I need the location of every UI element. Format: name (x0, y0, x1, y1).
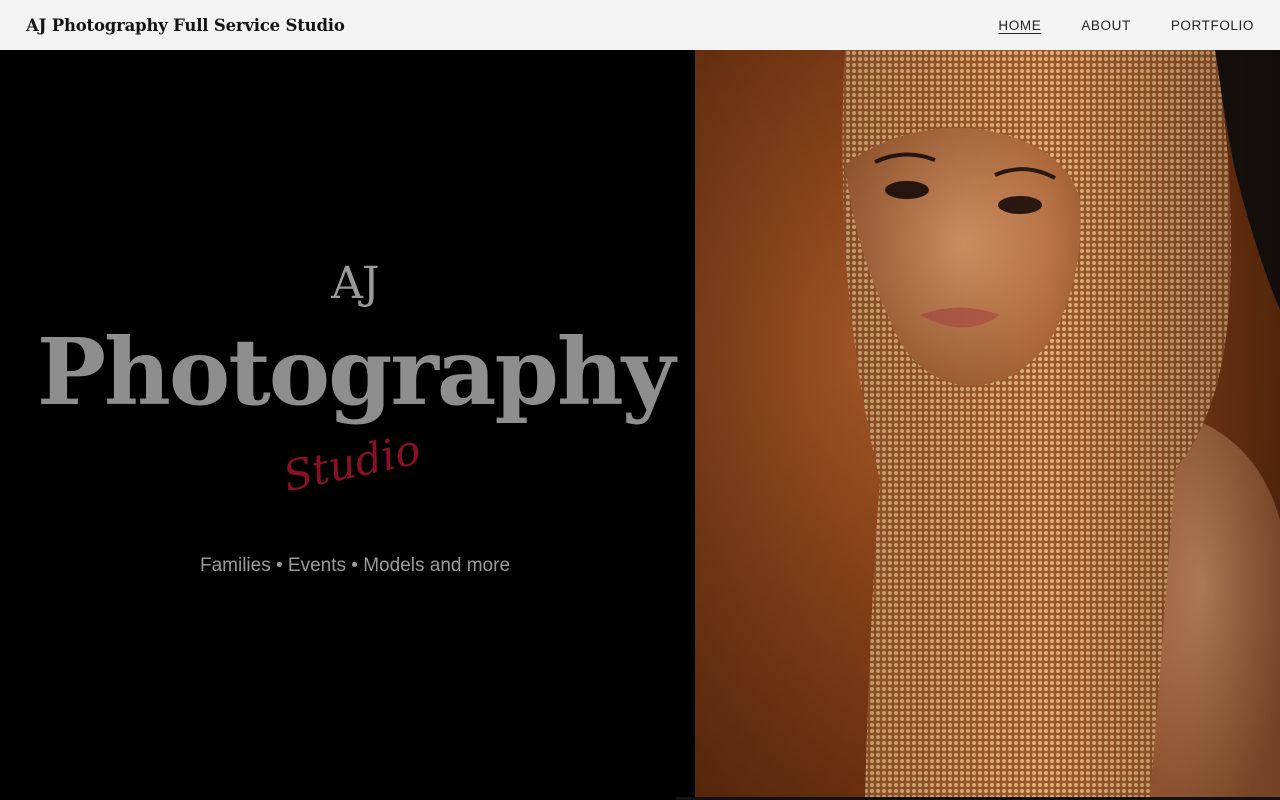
main-nav: HOME ABOUT PORTFOLIO (998, 18, 1254, 33)
site-header: AJ Photography Full Service Studio HOME … (0, 0, 1280, 50)
hero-photo (695, 50, 1280, 800)
logo-aj-text: AJ (331, 258, 379, 309)
site-title[interactable]: AJ Photography Full Service Studio (26, 16, 345, 35)
hero-branding-panel: AJ Photography Studio Families • Events … (0, 50, 695, 800)
nav-home-link[interactable]: HOME (998, 18, 1041, 33)
nav-about-link[interactable]: ABOUT (1081, 18, 1131, 33)
hero-tagline: Families • Events • Models and more (199, 555, 511, 576)
nav-portfolio-link[interactable]: PORTFOLIO (1171, 18, 1254, 33)
portrait-photo-icon (695, 50, 1280, 800)
